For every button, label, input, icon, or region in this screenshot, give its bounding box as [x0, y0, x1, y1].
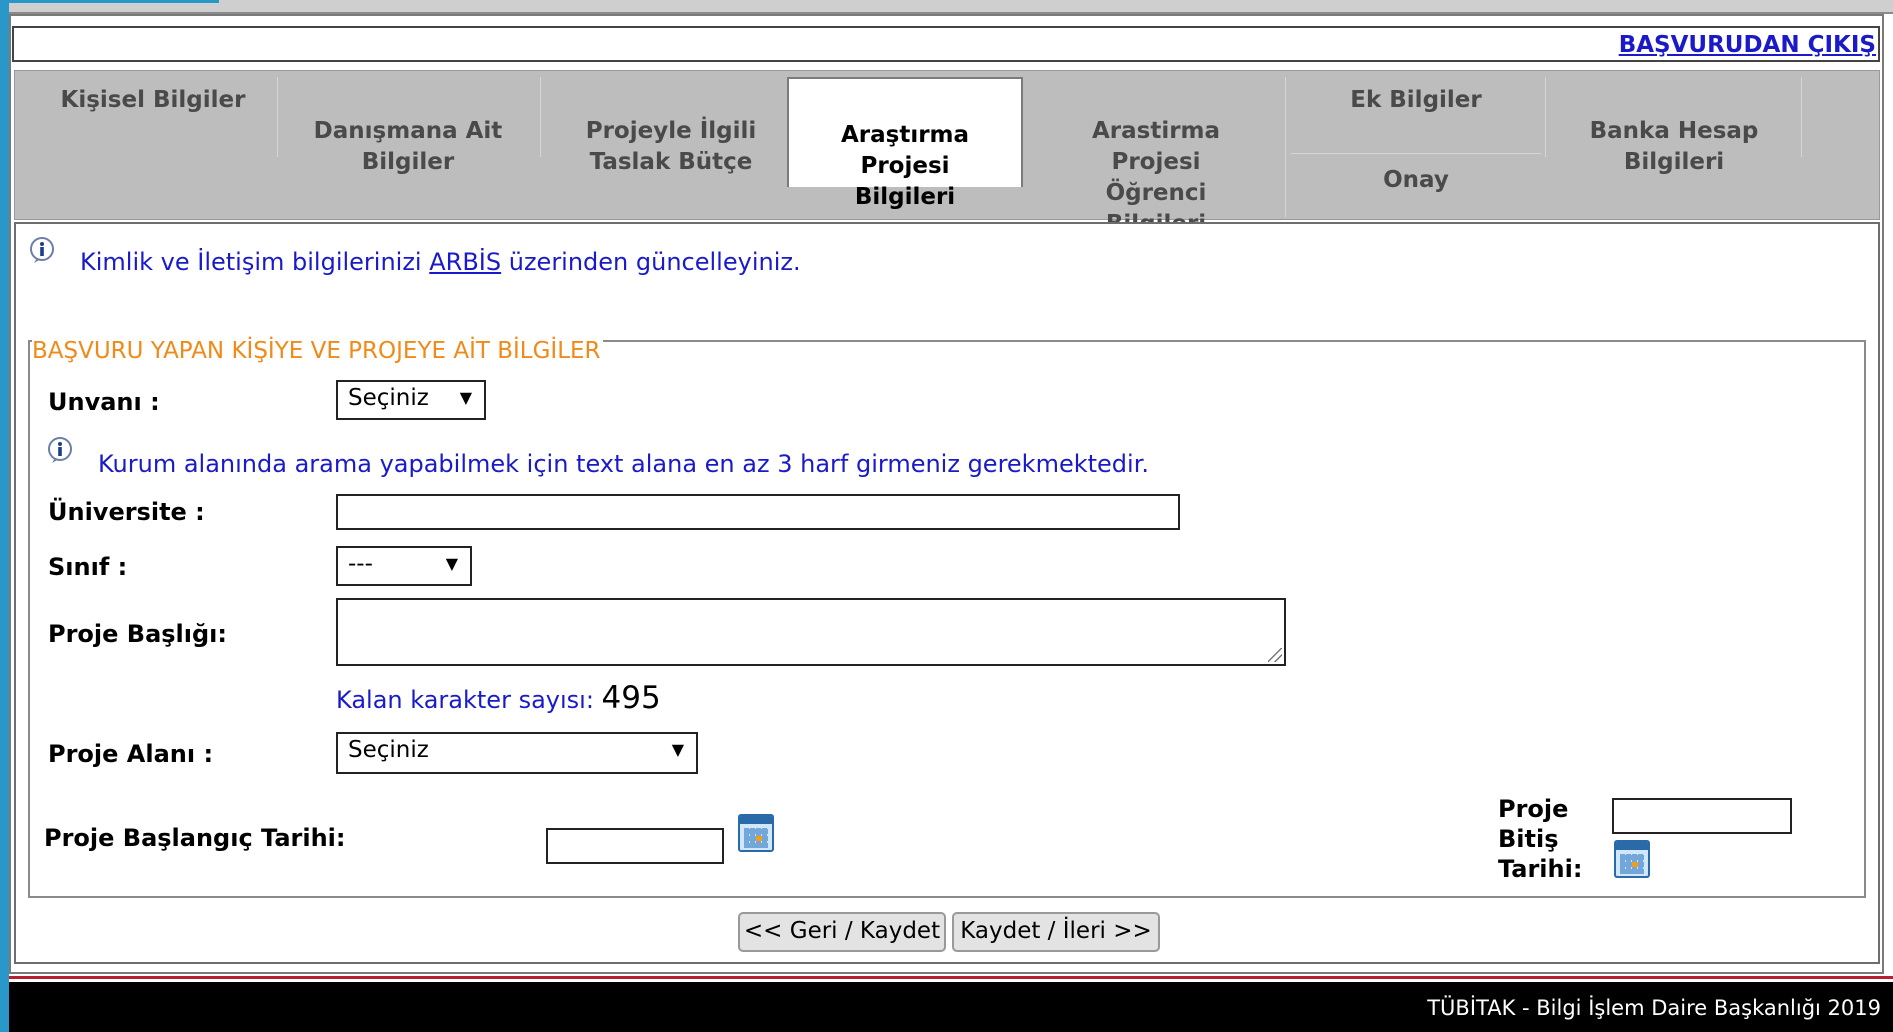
tab-taslak-butce[interactable]: Projeyle İlgili Taslak Bütçe: [545, 85, 797, 178]
tab-banka-hesap-bilgileri[interactable]: Banka Hesap Bilgileri: [1549, 85, 1799, 178]
tab-kisisel-bilgiler[interactable]: Kişisel Bilgiler: [35, 85, 271, 116]
tab-row-separator: [1291, 153, 1541, 154]
top-band: [9, 0, 1893, 14]
wizard-tabbar: Kişisel Bilgiler Danışmana Ait Bilgiler …: [14, 70, 1880, 237]
baslangic-tarihi-input[interactable]: [546, 828, 724, 864]
tab-label: Arastirma Projesi Öğrenci Bilgileri: [1091, 118, 1221, 237]
unvan-select[interactable]: Seçiniz ▼: [336, 380, 486, 420]
bitis-calendar-icon[interactable]: [1614, 840, 1650, 878]
tab-separator: [277, 77, 278, 157]
tab-ogrenci-bilgileri[interactable]: Arastirma Projesi Öğrenci Bilgileri: [1031, 85, 1281, 240]
arbis-link[interactable]: ARBİS: [429, 248, 501, 276]
footer-accent-line: [9, 976, 1893, 979]
proje-alani-label: Proje Alanı :: [48, 740, 214, 768]
fieldset-legend: BAŞVURU YAPAN KİŞİYE VE PROJEYE AİT BİLG…: [32, 338, 603, 364]
tab-separator: [1285, 77, 1286, 217]
tab-onay[interactable]: Onay: [1291, 165, 1541, 196]
proje-alani-select[interactable]: Seçiniz ▼: [336, 732, 698, 774]
tab-label: Onay: [1383, 167, 1449, 193]
dropdown-arrow-icon: ▼: [459, 388, 472, 407]
arbis-update-notice: Kimlik ve İletişim bilgilerinizi ARBİS ü…: [80, 248, 801, 276]
notice-text: Kimlik ve İletişim bilgilerinizi: [80, 248, 430, 276]
universite-input[interactable]: [336, 494, 1180, 530]
sinif-label: Sınıf :: [48, 553, 128, 581]
baslangic-tarihi-label: Proje Başlangıç Tarihi:: [44, 824, 346, 852]
tab-danismana-ait-bilgiler[interactable]: Danışmana Ait Bilgiler: [283, 85, 533, 178]
tab-ek-bilgiler[interactable]: Ek Bilgiler: [1291, 85, 1541, 116]
bitis-tarihi-label: Proje Bitiş Tarihi:: [1498, 795, 1583, 883]
left-accent-strip: [0, 0, 9, 1032]
proje-basligi-textarea[interactable]: [336, 598, 1286, 666]
proje-basligi-label: Proje Başlığı:: [48, 620, 228, 648]
tab-separator: [1801, 77, 1802, 157]
info-icon: [48, 437, 72, 463]
counter-colon: :: [585, 686, 602, 714]
search-hint-notice: Kurum alanında arama yapabilmek için tex…: [98, 450, 1149, 478]
tab-separator: [1545, 77, 1546, 157]
counter-label: Kalan karakter sayısı: [336, 686, 586, 714]
unvan-selected-value: Seçiniz: [348, 385, 429, 411]
tab-separator: [540, 77, 541, 157]
resize-grip-icon[interactable]: [1268, 648, 1282, 662]
unvan-label: Unvanı :: [48, 388, 160, 416]
tab-label: Danışmana Ait Bilgiler: [313, 118, 503, 175]
top-accent-line: [9, 0, 219, 3]
universite-label: Üniversite :: [48, 498, 205, 526]
bitis-tarihi-input[interactable]: [1612, 798, 1792, 834]
dropdown-arrow-icon: ▼: [671, 740, 684, 759]
tab-label: Ek Bilgiler: [1350, 87, 1482, 113]
tab-arastirma-projesi-bilgileri[interactable]: Araştırma Projesi Bilgileri: [787, 77, 1023, 210]
dropdown-arrow-icon: ▼: [445, 554, 458, 573]
back-save-button[interactable]: << Geri / Kaydet: [738, 912, 946, 952]
exit-bar: BAŞVURUDAN ÇIKIŞ: [12, 26, 1880, 62]
exit-application-link[interactable]: BAŞVURUDAN ÇIKIŞ: [1619, 32, 1876, 58]
tab-label: Banka Hesap Bilgileri: [1589, 118, 1759, 175]
footer-text: TÜBİTAK - Bilgi İşlem Daire Başkanlığı 2…: [1427, 996, 1881, 1020]
counter-value: 495: [601, 680, 661, 716]
proje-alani-selected-value: Seçiniz: [348, 737, 429, 763]
footer: TÜBİTAK - Bilgi İşlem Daire Başkanlığı 2…: [9, 982, 1893, 1032]
tab-label: Projeyle İlgili Taslak Bütçe: [585, 118, 757, 175]
tab-label: Araştırma Projesi Bilgileri: [840, 122, 970, 210]
tab-label: Kişisel Bilgiler: [60, 87, 246, 113]
notice-text-end: üzerinden güncelleyiniz.: [501, 248, 801, 276]
sinif-select[interactable]: --- ▼: [336, 546, 472, 586]
remaining-characters: Kalan karakter sayısı: 495: [336, 680, 661, 716]
sinif-selected-value: ---: [348, 551, 373, 577]
baslangic-calendar-icon[interactable]: [738, 814, 774, 852]
save-next-button[interactable]: Kaydet / İleri >>: [952, 912, 1160, 952]
info-icon: [30, 237, 54, 263]
